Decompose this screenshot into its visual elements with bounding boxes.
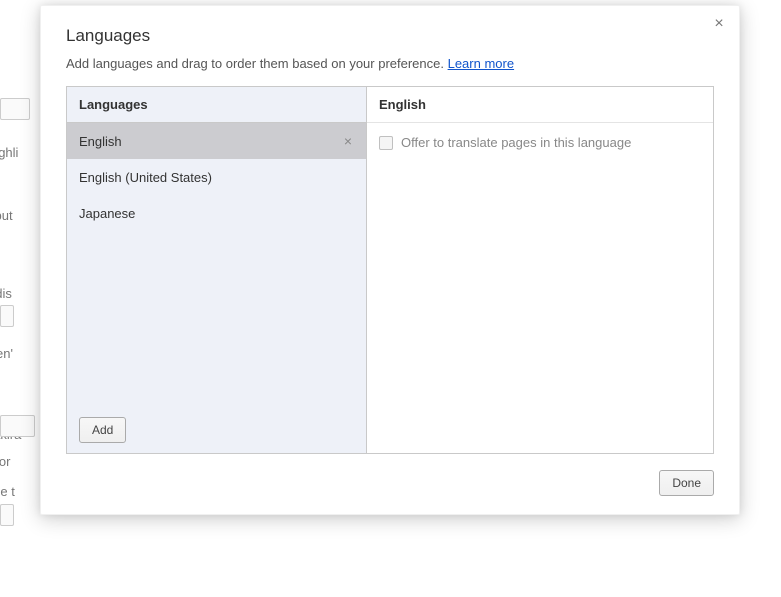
bg-input bbox=[0, 98, 30, 120]
bg-text: ge highli bbox=[0, 145, 18, 160]
translate-option-label: Offer to translate pages in this languag… bbox=[401, 135, 631, 150]
language-options: Offer to translate pages in this languag… bbox=[367, 123, 713, 162]
languages-left-footer: Add bbox=[67, 407, 366, 453]
add-language-button[interactable]: Add bbox=[79, 417, 126, 443]
close-icon[interactable]: × bbox=[709, 14, 729, 34]
languages-list: English × English (United States) × Japa… bbox=[67, 123, 366, 407]
languages-dialog: × Languages Add languages and drag to or… bbox=[40, 5, 740, 515]
language-item-english[interactable]: English × bbox=[67, 123, 366, 159]
language-item-label: English (United States) bbox=[79, 170, 212, 185]
languages-list-header: Languages bbox=[67, 87, 366, 123]
bg-input bbox=[0, 415, 35, 437]
bg-text: comput bbox=[0, 208, 13, 223]
content-panel: Languages English × English (United Stat… bbox=[66, 86, 714, 454]
remove-language-icon[interactable]: × bbox=[342, 133, 354, 149]
done-button[interactable]: Done bbox=[659, 470, 714, 496]
language-item-label: Japanese bbox=[79, 206, 135, 221]
bg-text: ain file t bbox=[0, 484, 15, 499]
dialog-description-text: Add languages and drag to order them bas… bbox=[66, 56, 448, 71]
dialog-description: Add languages and drag to order them bas… bbox=[41, 56, 739, 86]
bg-input bbox=[0, 305, 14, 327]
dialog-footer: Done bbox=[41, 454, 739, 496]
bg-text: at aren' bbox=[0, 346, 13, 361]
translate-option-row[interactable]: Offer to translate pages in this languag… bbox=[379, 135, 701, 150]
learn-more-link[interactable]: Learn more bbox=[448, 56, 514, 71]
language-item-english-us[interactable]: English (United States) × bbox=[67, 159, 366, 195]
languages-left-pane: Languages English × English (United Stat… bbox=[67, 87, 367, 453]
languages-right-pane: English Offer to translate pages in this… bbox=[367, 87, 713, 453]
bg-text: e befor bbox=[0, 454, 10, 469]
translate-checkbox[interactable] bbox=[379, 136, 393, 150]
bg-input bbox=[0, 504, 14, 526]
selected-language-header: English bbox=[367, 87, 713, 123]
bg-text: and dis bbox=[0, 286, 12, 301]
dialog-title: Languages bbox=[41, 6, 739, 56]
language-item-japanese[interactable]: Japanese × bbox=[67, 195, 366, 231]
language-item-label: English bbox=[79, 134, 122, 149]
